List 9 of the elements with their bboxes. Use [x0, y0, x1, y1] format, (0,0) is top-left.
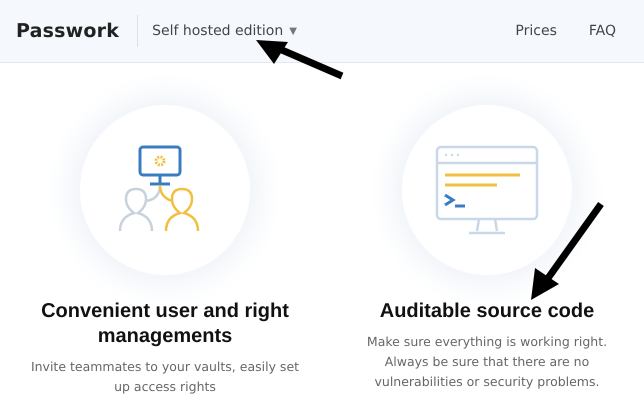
- code-monitor-icon: [435, 145, 539, 235]
- edition-dropdown[interactable]: Self hosted edition ▼: [152, 23, 297, 39]
- feature-title: Auditable source code: [378, 299, 596, 324]
- feature-title: Convenient user and right managements: [40, 299, 290, 349]
- feature-description: Invite teammates to your vaults, easily set up access rights: [30, 358, 300, 396]
- nav-link[interactable]: Prices: [515, 23, 557, 39]
- nav-link[interactable]: FAQ: [588, 23, 616, 39]
- feature-description: Make sure everything is working right. Always be sure that there are no vulnerabilities or security problems.: [366, 333, 608, 391]
- logo-text[interactable]: Passwork: [16, 20, 120, 42]
